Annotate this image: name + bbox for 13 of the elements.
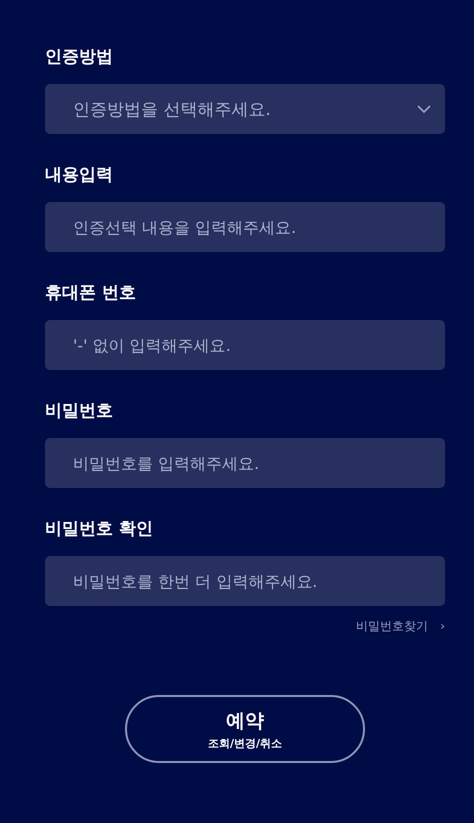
field-label: 비밀번호 <box>45 400 113 423</box>
reservation-button[interactable]: 예약 조회/변경/취소 <box>125 695 365 763</box>
input-field[interactable]: 비밀번호를 입력해주세요. <box>45 438 445 488</box>
field-label: 비밀번호 확인 <box>45 518 153 541</box>
find-password-link[interactable]: 비밀번호찾기 › <box>356 618 445 635</box>
input-field[interactable]: 인증선택 내용을 입력해주세요. <box>45 202 445 252</box>
field-label: 내용입력 <box>45 164 113 187</box>
field-label: 휴대폰 번호 <box>45 282 136 305</box>
chevron-down-icon <box>417 105 431 113</box>
input-field[interactable]: '-' 없이 입력해주세요. <box>45 320 445 370</box>
field-label: 인증방법 <box>45 46 113 69</box>
select-field[interactable]: 인증방법을 선택해주세요. <box>45 84 445 134</box>
input-field[interactable]: 비밀번호를 한번 더 입력해주세요. <box>45 556 445 606</box>
